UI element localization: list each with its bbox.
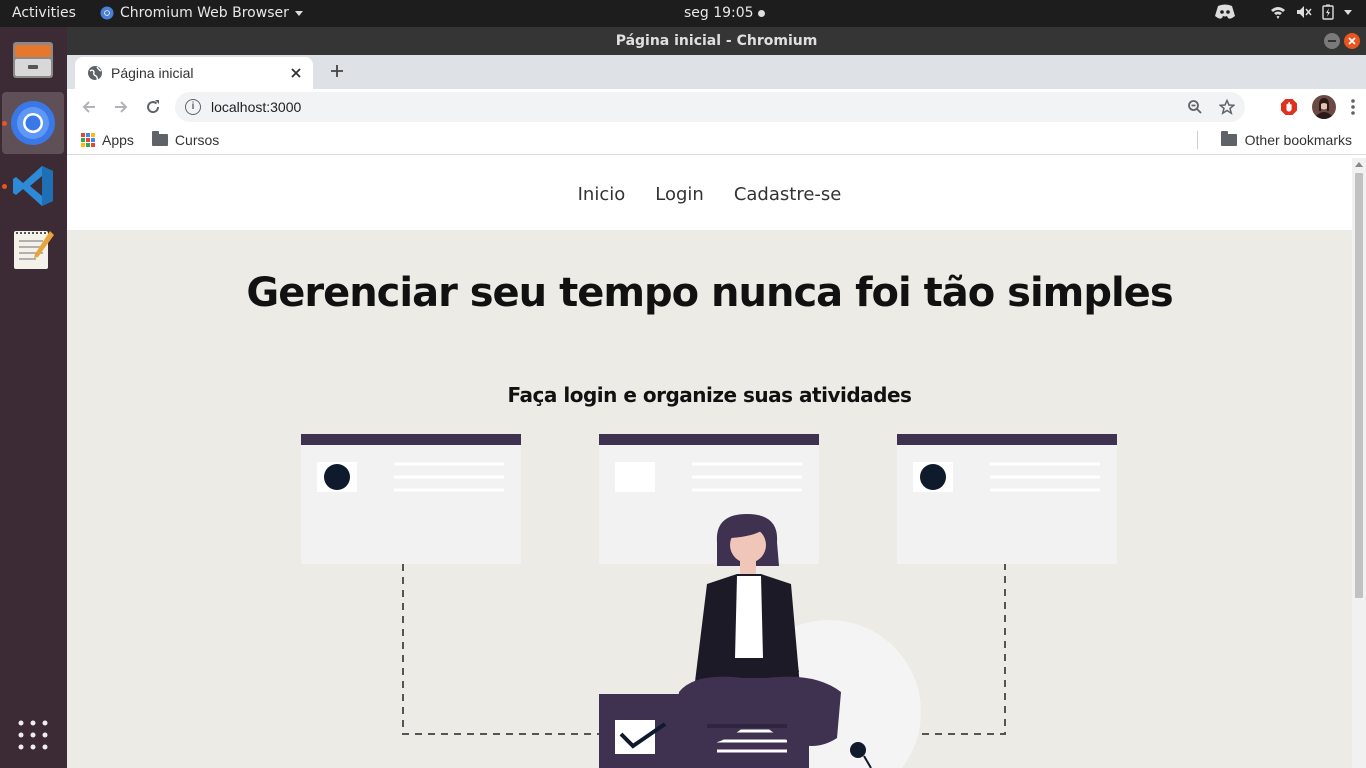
zoom-icon[interactable] (1187, 99, 1203, 115)
arrow-left-icon (82, 101, 95, 113)
dock (0, 27, 67, 768)
dock-item-vscode[interactable] (2, 155, 64, 217)
nav-link-cadastre-se[interactable]: Cadastre-se (734, 184, 842, 205)
bookmark-cursos[interactable]: Cursos (151, 130, 220, 148)
running-indicator-icon (2, 121, 7, 126)
arrow-right-icon (115, 101, 128, 113)
clock-label: seg 19:05 (684, 5, 754, 21)
reload-icon (147, 100, 160, 114)
close-window-button[interactable] (1344, 33, 1360, 49)
bookmark-cursos-label: Cursos (174, 131, 220, 148)
globe-icon (88, 66, 102, 81)
more-vertical-icon[interactable] (1350, 98, 1356, 116)
tab-strip: Página inicial (67, 55, 1366, 89)
scroll-up-arrow-icon[interactable] (1355, 162, 1363, 167)
card-profile-right (897, 434, 1117, 564)
page-viewport: Inicio Login Cadastre-se Gerenciar seu t… (67, 158, 1352, 768)
page-scrollbar[interactable] (1352, 158, 1366, 768)
show-apps-icon (18, 720, 48, 750)
bookmarks-bar: Apps Cursos Other bookmarks (67, 125, 1366, 155)
battery-icon[interactable] (1322, 4, 1334, 20)
bookmark-apps-label: Apps (102, 131, 134, 148)
hero-title: Gerenciar seu tempo nunca foi tão simple… (246, 270, 1173, 316)
clock[interactable]: seg 19:05 (684, 5, 765, 21)
nav-link-login[interactable]: Login (655, 184, 704, 205)
card-profile-left (301, 434, 521, 564)
browser-window: Página inicial - Chromium Página inicial (67, 27, 1366, 768)
system-menu-chevron-icon[interactable] (1344, 9, 1352, 15)
tab-pagina-inicial[interactable]: Página inicial (75, 57, 313, 89)
dock-item-files[interactable] (2, 29, 64, 91)
running-indicator-icon (2, 184, 7, 189)
app-menu[interactable]: Chromium Web Browser (100, 5, 303, 21)
plus-icon (331, 65, 343, 77)
back-button[interactable] (73, 91, 105, 123)
bookmark-other[interactable]: Other bookmarks (1220, 131, 1352, 148)
forward-button[interactable] (105, 91, 137, 123)
apps-grid-icon (81, 132, 95, 147)
hero-illustration (301, 434, 1117, 768)
site-nav: Inicio Login Cadastre-se (67, 158, 1352, 230)
tab-title: Página inicial (111, 65, 194, 81)
close-tab-icon[interactable] (289, 66, 303, 80)
avatar[interactable] (1312, 95, 1336, 119)
dock-item-chromium[interactable] (2, 92, 64, 154)
system-top-bar: Activities Chromium Web Browser seg 19:0… (0, 0, 1366, 27)
scrollbar-thumb[interactable] (1355, 173, 1363, 598)
minimize-icon (1328, 40, 1336, 42)
folder-icon (151, 130, 168, 146)
reload-button[interactable] (137, 91, 169, 123)
app-menu-label: Chromium Web Browser (120, 5, 289, 21)
notification-dot-icon (757, 9, 765, 17)
window-titlebar[interactable]: Página inicial - Chromium (67, 27, 1366, 55)
close-icon (1348, 37, 1356, 45)
hero-subtitle: Faça login e organize suas atividades (507, 383, 912, 407)
show-applications-button[interactable] (2, 704, 64, 766)
files-icon (13, 42, 53, 78)
activities-button[interactable]: Activities (12, 5, 76, 21)
chromium-icon (100, 6, 114, 20)
discord-icon[interactable] (1214, 4, 1236, 20)
dock-item-text-editor[interactable] (2, 218, 64, 280)
minimize-button[interactable] (1324, 33, 1340, 49)
volume-muted-icon[interactable] (1296, 5, 1312, 19)
new-tab-button[interactable] (325, 59, 349, 83)
adblock-icon[interactable] (1280, 98, 1298, 116)
bookmark-star-icon[interactable] (1219, 99, 1235, 115)
address-bar[interactable]: i localhost:3000 (175, 92, 1245, 122)
card-profile-center (599, 434, 819, 564)
chromium-icon (11, 101, 55, 145)
bookmark-other-label: Other bookmarks (1244, 132, 1352, 148)
url-text: localhost:3000 (211, 99, 302, 115)
bookmarks-separator (1197, 131, 1198, 149)
text-editor-icon (14, 231, 54, 269)
nav-link-inicio[interactable]: Inicio (578, 184, 626, 205)
site-info-icon[interactable]: i (185, 99, 201, 115)
browser-toolbar: i localhost:3000 (67, 89, 1366, 125)
window-title: Página inicial - Chromium (615, 33, 818, 49)
bookmark-apps[interactable]: Apps (81, 132, 134, 148)
wifi-icon[interactable] (1270, 5, 1286, 19)
chevron-down-icon (294, 10, 303, 16)
vscode-icon (13, 166, 53, 206)
system-tray[interactable] (1214, 4, 1352, 20)
folder-icon (1220, 131, 1237, 146)
